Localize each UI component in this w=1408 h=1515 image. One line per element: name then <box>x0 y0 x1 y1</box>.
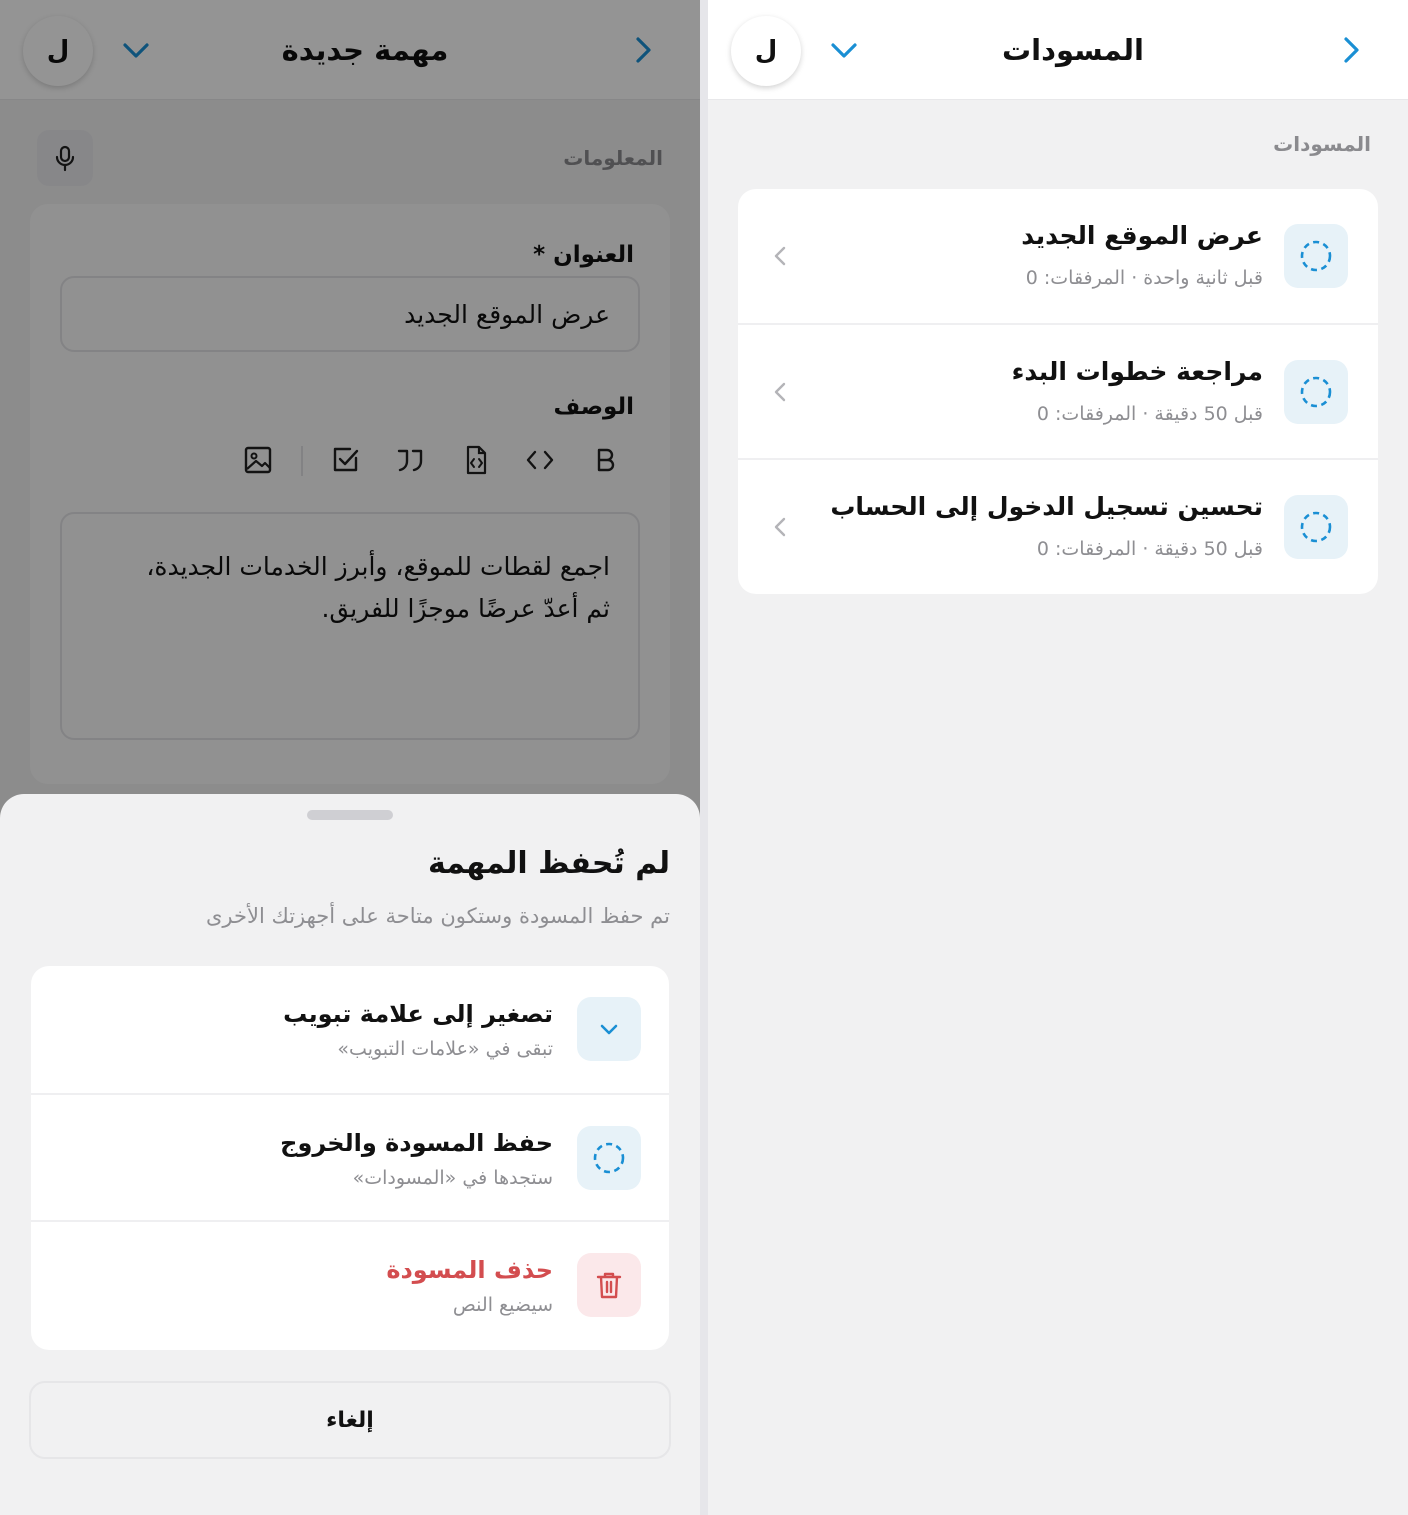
draft-meta: قبل 50 دقيقة · المرفقات: 0 <box>1036 538 1263 560</box>
actions-list: تصغير إلى علامة تبويب تبقى في «علامات ال… <box>31 966 669 1350</box>
chevron-forward-icon[interactable] <box>1336 35 1366 65</box>
drafts-screen: المسودات ل المسودات عرض الموقع الجديد قب… <box>708 0 1408 1515</box>
action-icon-container <box>577 997 641 1061</box>
unsaved-task-sheet: لم تُحفظ المهمة تم حفظ المسودة وستكون مت… <box>0 794 700 1515</box>
minimize-to-tab-button[interactable]: تصغير إلى علامة تبويب تبقى في «علامات ال… <box>31 966 669 1094</box>
avatar[interactable]: ل <box>731 16 801 86</box>
draft-icon-container <box>1284 224 1348 288</box>
chevron-left-icon <box>774 517 786 537</box>
draft-item[interactable]: عرض الموقع الجديد قبل ثانية واحدة · المر… <box>738 189 1378 324</box>
action-title: حفظ المسودة والخروج <box>280 1129 553 1157</box>
action-title: تصغير إلى علامة تبويب <box>283 1000 553 1028</box>
header: المسودات ل <box>708 0 1408 100</box>
draft-icon-container <box>1284 495 1348 559</box>
action-title: حذف المسودة <box>386 1256 553 1284</box>
draft-title: مراجعة خطوات البدء <box>1011 357 1263 386</box>
page-title: المسودات <box>1002 33 1144 67</box>
chevron-left-icon <box>774 382 786 402</box>
sheet-grabber[interactable] <box>307 810 393 820</box>
draft-meta: قبل 50 دقيقة · المرفقات: 0 <box>1036 403 1263 425</box>
draft-title: تحسين تسجيل الدخول إلى الحساب <box>830 492 1263 521</box>
draft-icon <box>593 1142 625 1174</box>
save-draft-and-exit-button[interactable]: حفظ المسودة والخروج ستجدها في «المسودات» <box>31 1095 669 1223</box>
draft-meta: قبل ثانية واحدة · المرفقات: 0 <box>1025 267 1263 289</box>
action-icon-container <box>577 1126 641 1190</box>
delete-draft-button[interactable]: حذف المسودة سيضيع النص <box>31 1222 669 1350</box>
chevron-down-icon[interactable] <box>829 35 859 65</box>
draft-icon-container <box>1284 360 1348 424</box>
sheet-title: لم تُحفظ المهمة <box>427 846 670 881</box>
cancel-button[interactable]: إلغاء <box>29 1381 671 1459</box>
drafts-list: عرض الموقع الجديد قبل ثانية واحدة · المر… <box>738 189 1378 594</box>
action-subtitle: سيضيع النص <box>452 1294 553 1316</box>
draft-icon <box>1300 240 1332 272</box>
draft-icon <box>1300 376 1332 408</box>
new-task-screen: مهمة جديدة ل المعلومات العنوان * الوصف <box>0 0 700 1515</box>
action-icon-container <box>577 1253 641 1317</box>
chevron-down-icon <box>600 1024 618 1035</box>
draft-item[interactable]: مراجعة خطوات البدء قبل 50 دقيقة · المرفق… <box>738 325 1378 460</box>
action-subtitle: تبقى في «علامات التبويب» <box>337 1038 553 1060</box>
section-label-drafts: المسودات <box>1273 132 1371 156</box>
draft-title: عرض الموقع الجديد <box>1021 221 1263 250</box>
action-subtitle: ستجدها في «المسودات» <box>352 1167 553 1189</box>
draft-icon <box>1300 511 1332 543</box>
chevron-left-icon <box>774 246 786 266</box>
sheet-subtitle: تم حفظ المسودة وستكون متاحة على أجهزتك ا… <box>206 904 670 928</box>
trash-icon <box>596 1272 622 1299</box>
draft-item[interactable]: تحسين تسجيل الدخول إلى الحساب قبل 50 دقي… <box>738 460 1378 594</box>
